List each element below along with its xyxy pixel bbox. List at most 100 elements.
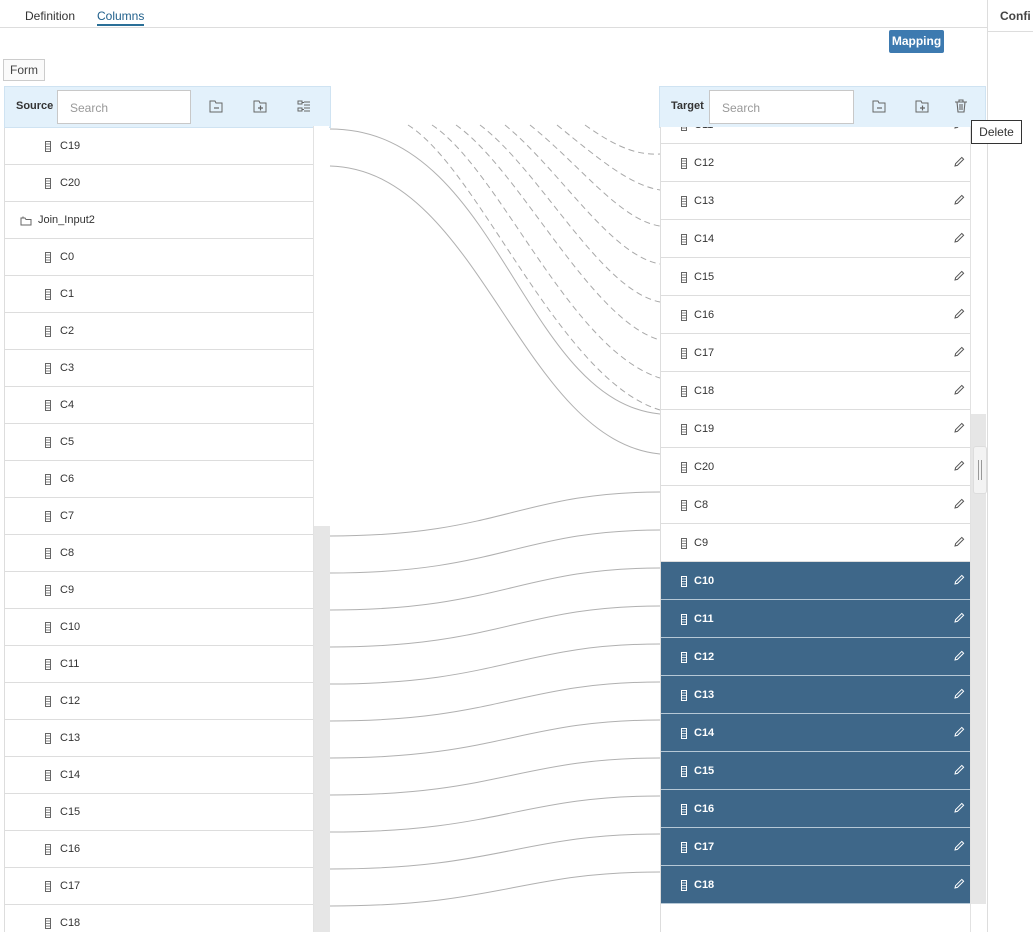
mapping-line-dashed (556, 124, 661, 191)
target-row-label: C16 (694, 803, 715, 815)
column-icon (681, 880, 687, 891)
target-row-label: C14 (694, 233, 715, 245)
target-column-row-selected[interactable]: C10 (661, 562, 970, 600)
column-icon (681, 500, 687, 511)
target-column-row-selected[interactable]: C11 (661, 600, 970, 638)
target-row-label: C17 (694, 841, 715, 853)
target-row-label: C15 (694, 765, 715, 777)
target-column-row[interactable]: C14 (661, 220, 970, 258)
pencil-icon[interactable] (953, 840, 965, 852)
target-row-label: C9 (694, 537, 709, 549)
mapping-line-c12 (329, 643, 661, 685)
column-icon (681, 462, 687, 473)
target-column-row[interactable]: C12 (661, 144, 970, 182)
mapping-line-dashed (431, 124, 661, 379)
pencil-icon[interactable] (953, 574, 965, 586)
pencil-icon[interactable] (953, 156, 965, 168)
target-row-label: C12 (694, 651, 715, 663)
target-row-label: C20 (694, 461, 715, 473)
pencil-icon[interactable] (953, 688, 965, 700)
target-column-row[interactable]: C13 (661, 182, 970, 220)
mapping-line-c14 (329, 719, 661, 759)
pencil-icon[interactable] (953, 612, 965, 624)
target-row-label: C16 (694, 309, 715, 321)
column-icon (681, 348, 687, 359)
target-column-row[interactable]: C8 (661, 486, 970, 524)
mapping-line-dashed (455, 124, 661, 341)
panel-resize-handle[interactable] (973, 446, 987, 494)
pencil-icon[interactable] (953, 802, 965, 814)
pencil-icon[interactable] (953, 232, 965, 244)
column-icon (681, 310, 687, 321)
pencil-icon[interactable] (953, 194, 965, 206)
target-column-list: C11 C12 C13 C14 C15 C16 C17 C18 C19 C20 C8 C9 C10 C11… (660, 127, 970, 932)
target-row-label: C11 (694, 613, 714, 625)
pencil-icon[interactable] (953, 650, 965, 662)
mapping-line-c9 (329, 529, 661, 574)
target-column-row[interactable]: C11 (661, 127, 970, 144)
column-icon (681, 538, 687, 549)
target-column-row[interactable]: C16 (661, 296, 970, 334)
pencil-icon[interactable] (953, 308, 965, 320)
pencil-icon[interactable] (953, 422, 965, 434)
target-column-row[interactable]: C18 (661, 372, 970, 410)
mapping-line-c17 (329, 833, 661, 870)
target-row-label: C13 (694, 195, 715, 207)
mapping-line-dashed (584, 124, 661, 155)
target-column-row[interactable]: C9 (661, 524, 970, 562)
target-column-row-selected[interactable]: C13 (661, 676, 970, 714)
mapping-line-c18 (329, 871, 661, 907)
mapping-line-c13 (329, 681, 661, 722)
target-column-row[interactable]: C15 (661, 258, 970, 296)
mapping-line-dashed (529, 124, 661, 227)
column-icon (681, 424, 687, 435)
target-column-row-selected[interactable]: C14 (661, 714, 970, 752)
target-scrollbar[interactable] (970, 126, 986, 932)
column-icon (681, 127, 687, 131)
pencil-icon[interactable] (953, 498, 965, 510)
target-row-label: C8 (694, 499, 709, 511)
target-column-row[interactable]: C17 (661, 334, 970, 372)
target-column-row[interactable]: C19 (661, 410, 970, 448)
target-column-row-selected[interactable]: C17 (661, 828, 970, 866)
mapping-line-dashed (479, 124, 661, 303)
target-column-row-selected[interactable]: C16 (661, 790, 970, 828)
target-row-label: C18 (694, 879, 715, 891)
column-icon (681, 386, 687, 397)
column-icon (681, 804, 687, 815)
mapping-line-c20 (329, 165, 661, 455)
target-column-row-selected[interactable]: C12 (661, 638, 970, 676)
solid-mapping-lines (329, 128, 661, 907)
column-icon (681, 766, 687, 777)
target-row-label: C11 (694, 127, 713, 131)
column-icon (681, 196, 687, 207)
pencil-icon[interactable] (953, 384, 965, 396)
target-row-label: C19 (694, 423, 715, 435)
pencil-icon[interactable] (953, 127, 965, 130)
column-icon (681, 690, 687, 701)
pencil-icon[interactable] (953, 270, 965, 282)
mapping-line-c16 (329, 795, 661, 833)
mapping-line-dashed (407, 124, 661, 411)
column-icon (681, 842, 687, 853)
target-row-label: C15 (694, 271, 715, 283)
target-column-row-selected[interactable]: C18 (661, 866, 970, 904)
column-icon (681, 234, 687, 245)
column-icon (681, 158, 687, 169)
mapping-line-c19 (329, 128, 661, 415)
target-row-label: C10 (694, 575, 715, 587)
mapping-line-c11 (329, 605, 661, 648)
pencil-icon[interactable] (953, 878, 965, 890)
column-icon (681, 652, 687, 663)
mapping-line-c8 (329, 491, 661, 537)
mapping-line-c15 (329, 757, 661, 796)
pencil-icon[interactable] (953, 726, 965, 738)
pencil-icon[interactable] (953, 536, 965, 548)
target-column-row-selected[interactable]: C15 (661, 752, 970, 790)
pencil-icon[interactable] (953, 346, 965, 358)
target-column-row[interactable]: C20 (661, 448, 970, 486)
column-icon (681, 272, 687, 283)
pencil-icon[interactable] (953, 460, 965, 472)
pencil-icon[interactable] (953, 764, 965, 776)
mapping-line-c10 (329, 567, 661, 611)
